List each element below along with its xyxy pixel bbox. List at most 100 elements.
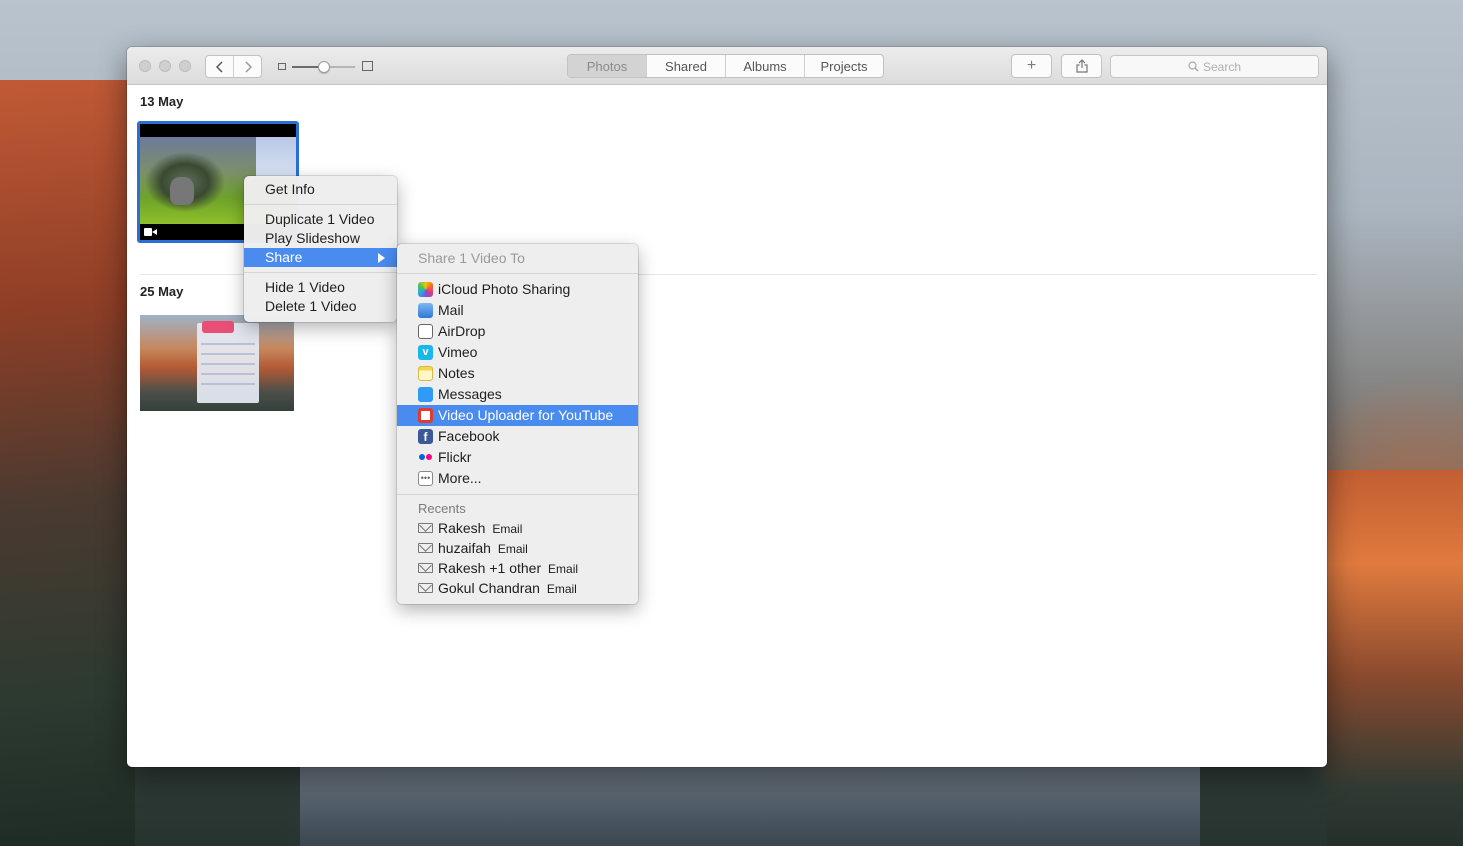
share-item-label: Facebook [438, 428, 500, 444]
icloud-photo-sharing-icon [418, 282, 433, 297]
screenshot-thumbnail[interactable] [140, 315, 294, 411]
section-date-heading: 25 May [140, 284, 184, 299]
share-button[interactable] [1061, 54, 1102, 78]
menu-item-get-info[interactable]: Get Info [244, 180, 397, 199]
share-item-more[interactable]: ••• More... [397, 468, 638, 489]
zoom-window-button[interactable] [179, 60, 191, 72]
toolbar: Photos Shared Albums Projects + Search [127, 47, 1327, 85]
close-window-button[interactable] [139, 60, 151, 72]
search-field[interactable]: Search [1110, 55, 1319, 78]
share-item-messages[interactable]: Messages [397, 384, 638, 405]
minimize-window-button[interactable] [159, 60, 171, 72]
back-button[interactable] [206, 56, 233, 77]
share-item-label: Messages [438, 386, 502, 402]
menu-separator [397, 494, 638, 495]
recent-kind: Email [497, 542, 528, 556]
share-submenu-header: Share 1 Video To [418, 250, 525, 266]
forward-button[interactable] [233, 56, 261, 77]
share-submenu: Share 1 Video To iCloud Photo Sharing Ma… [397, 244, 638, 604]
share-item-label: Notes [438, 365, 475, 381]
more-icon: ••• [418, 471, 433, 486]
recent-name: huzaifah [438, 540, 491, 556]
view-tabs: Photos Shared Albums Projects [567, 54, 884, 78]
navigation-buttons [205, 55, 262, 78]
share-item-mail[interactable]: Mail [397, 300, 638, 321]
vimeo-icon: v [418, 345, 433, 360]
menu-separator [244, 204, 397, 205]
plus-icon: + [1026, 57, 1037, 74]
envelope-icon [418, 583, 433, 593]
menu-item-share-label: Share [265, 249, 303, 265]
share-item-label: More... [438, 470, 482, 486]
menu-item-share[interactable]: Share [244, 248, 397, 267]
facebook-icon: f [418, 429, 433, 444]
envelope-icon [418, 523, 433, 533]
preview-line [201, 353, 255, 355]
chevron-right-icon [244, 60, 252, 73]
share-item-vimeo[interactable]: v Vimeo [397, 342, 638, 363]
recents-header: Recents [418, 501, 466, 516]
share-item-label: Mail [438, 302, 464, 318]
share-item-label: Flickr [438, 449, 472, 465]
preview-line [201, 343, 255, 345]
menu-separator [244, 272, 397, 273]
video-frame-sky [256, 137, 296, 177]
tab-shared[interactable]: Shared [646, 55, 725, 77]
slider-knob[interactable] [318, 61, 330, 73]
menu-item-duplicate[interactable]: Duplicate 1 Video [244, 210, 397, 229]
thumbnail-app-badge [202, 321, 234, 333]
menu-item-delete[interactable]: Delete 1 Video [244, 297, 397, 316]
recent-item[interactable]: Rakesh Email [397, 518, 638, 538]
menu-separator [397, 273, 638, 274]
tab-projects[interactable]: Projects [804, 55, 883, 77]
recent-item[interactable]: Rakesh +1 other Email [397, 558, 638, 578]
share-item-video-uploader-youtube[interactable]: Video Uploader for YouTube [397, 405, 638, 426]
youtube-uploader-icon [418, 408, 433, 423]
menu-item-play-slideshow[interactable]: Play Slideshow [244, 229, 397, 248]
context-menu: Get Info Duplicate 1 Video Play Slidesho… [244, 176, 397, 322]
wallpaper-rocks-bottom [300, 767, 1200, 846]
submenu-arrow-icon [378, 253, 385, 263]
share-item-flickr[interactable]: Flickr [397, 447, 638, 468]
small-thumbnail-icon [278, 63, 286, 70]
tab-photos[interactable]: Photos [568, 55, 646, 77]
preview-line [201, 373, 255, 375]
share-item-label: Vimeo [438, 344, 478, 360]
video-camera-icon [144, 228, 157, 236]
share-item-facebook[interactable]: f Facebook [397, 426, 638, 447]
share-item-label: Video Uploader for YouTube [438, 407, 614, 423]
wallpaper-cliff-left [0, 80, 135, 846]
airdrop-icon [418, 324, 433, 339]
share-item-icloud-photo-sharing[interactable]: iCloud Photo Sharing [397, 279, 638, 300]
thumbnail-size-slider[interactable] [278, 60, 373, 74]
recent-kind: Email [492, 522, 523, 536]
notes-icon [418, 366, 433, 381]
share-item-airdrop[interactable]: AirDrop [397, 321, 638, 342]
mail-icon [418, 303, 433, 318]
video-frame-subject [170, 177, 194, 205]
thumbnail-window-preview [197, 323, 259, 403]
recent-item[interactable]: huzaifah Email [397, 538, 638, 558]
wallpaper-cliff-right [1327, 470, 1463, 846]
envelope-icon [418, 563, 433, 573]
share-item-label: iCloud Photo Sharing [438, 281, 571, 297]
menu-item-hide[interactable]: Hide 1 Video [244, 278, 397, 297]
envelope-icon [418, 543, 433, 553]
recent-kind: Email [548, 562, 579, 576]
recent-name: Rakesh [438, 520, 486, 536]
share-item-notes[interactable]: Notes [397, 363, 638, 384]
large-thumbnail-icon [362, 61, 373, 71]
recent-name: Gokul Chandran [438, 580, 540, 596]
recent-item[interactable]: Gokul Chandran Email [397, 578, 638, 598]
preview-line [201, 363, 255, 365]
add-button[interactable]: + [1011, 54, 1052, 78]
section-date-heading: 13 May [140, 94, 184, 109]
photos-window: Photos Shared Albums Projects + Search 1… [127, 47, 1327, 767]
search-placeholder: Search [1202, 59, 1242, 74]
search-icon [1188, 61, 1199, 72]
recent-name: Rakesh +1 other [438, 560, 542, 576]
messages-icon [418, 387, 433, 402]
preview-line [201, 383, 255, 385]
share-item-label: AirDrop [438, 323, 486, 339]
tab-albums[interactable]: Albums [725, 55, 804, 77]
